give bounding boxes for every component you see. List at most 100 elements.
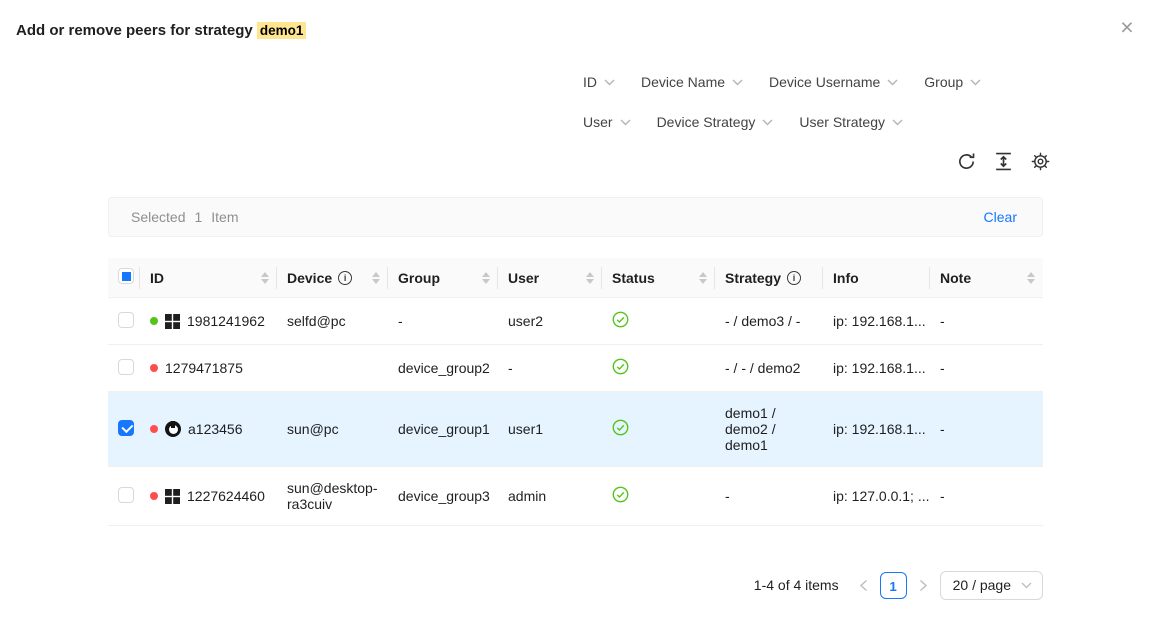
status-check-icon bbox=[612, 358, 629, 375]
filter-label: Device Name bbox=[641, 74, 725, 90]
table-row[interactable]: 1981241962 selfd@pc - user2 - / demo3 / … bbox=[108, 298, 1043, 345]
pagination: 1-4 of 4 items 1 20 / page bbox=[108, 570, 1043, 600]
cell-strategy: - / - / demo2 bbox=[715, 345, 823, 392]
cell-select bbox=[108, 392, 140, 467]
cell-device: selfd@pc bbox=[277, 298, 388, 345]
sort-carets-icon[interactable] bbox=[257, 272, 269, 284]
cell-status bbox=[602, 392, 715, 467]
chevron-down-icon bbox=[604, 79, 615, 86]
column-label: Strategy bbox=[725, 270, 781, 286]
cell-select bbox=[108, 345, 140, 392]
filter-label: Device Username bbox=[769, 74, 880, 90]
header-group[interactable]: Group bbox=[388, 258, 498, 298]
header-status[interactable]: Status bbox=[602, 258, 715, 298]
cell-user: admin bbox=[498, 467, 602, 526]
filter-label: User Strategy bbox=[799, 114, 885, 130]
selection-bar: Selected 1 Item Clear bbox=[108, 197, 1043, 237]
filter-device-name[interactable]: Device Name bbox=[641, 74, 743, 90]
sort-carets-icon[interactable] bbox=[368, 272, 380, 284]
table-row[interactable]: 1279471875 device_group2 - - / - / demo2… bbox=[108, 345, 1043, 392]
header-strategy: Strategy bbox=[715, 258, 823, 298]
filter-label: ID bbox=[583, 74, 597, 90]
title-text: Add or remove peers for strategy bbox=[16, 22, 253, 39]
cell-id: 1227624460 bbox=[140, 467, 277, 526]
status-check-icon bbox=[612, 419, 629, 436]
refresh-icon[interactable] bbox=[954, 150, 978, 174]
cell-group: - bbox=[388, 298, 498, 345]
peer-id: 1227624460 bbox=[187, 488, 265, 504]
page-number-button[interactable]: 1 bbox=[880, 572, 907, 599]
table-toolbar bbox=[954, 150, 1052, 174]
table-row-selected[interactable]: a123456 sun@pc device_group1 user1 demo1… bbox=[108, 392, 1043, 467]
status-check-icon bbox=[612, 486, 629, 503]
cell-id: 1279471875 bbox=[140, 345, 277, 392]
row-checkbox[interactable] bbox=[118, 312, 134, 328]
offline-dot-icon bbox=[150, 425, 158, 433]
windows-os-icon bbox=[165, 489, 180, 504]
filter-user-strategy[interactable]: User Strategy bbox=[799, 114, 903, 130]
header-select-all bbox=[108, 258, 140, 298]
header-id[interactable]: ID bbox=[140, 258, 277, 298]
windows-os-icon bbox=[165, 314, 180, 329]
filter-group[interactable]: Group bbox=[924, 74, 981, 90]
sort-carets-icon[interactable] bbox=[1023, 272, 1035, 284]
column-height-icon[interactable] bbox=[991, 150, 1015, 174]
strategy-name-highlight: demo1 bbox=[257, 22, 307, 39]
cell-strategy: - bbox=[715, 467, 823, 526]
cell-id: a123456 bbox=[140, 392, 277, 467]
cell-select bbox=[108, 467, 140, 526]
sort-carets-icon[interactable] bbox=[478, 272, 490, 284]
row-checkbox[interactable] bbox=[118, 487, 134, 503]
cell-note: - bbox=[930, 345, 1043, 392]
sort-carets-icon[interactable] bbox=[582, 272, 594, 284]
settings-gear-icon[interactable] bbox=[1028, 150, 1052, 174]
cell-status bbox=[602, 298, 715, 345]
row-checkbox[interactable] bbox=[118, 420, 134, 436]
filter-device-strategy[interactable]: Device Strategy bbox=[657, 114, 774, 130]
info-circle-icon[interactable] bbox=[338, 271, 352, 285]
chevron-down-icon bbox=[1021, 582, 1032, 589]
cell-info: ip: 192.168.1... bbox=[823, 345, 930, 392]
filter-device-username[interactable]: Device Username bbox=[769, 74, 898, 90]
cell-id: 1981241962 bbox=[140, 298, 277, 345]
cell-device bbox=[277, 345, 388, 392]
chevron-down-icon bbox=[892, 119, 903, 126]
chevron-down-icon bbox=[620, 119, 631, 126]
chevron-down-icon bbox=[762, 119, 773, 126]
page-size-value: 20 / page bbox=[953, 577, 1011, 593]
offline-dot-icon bbox=[150, 492, 158, 500]
item-label: Item bbox=[211, 209, 238, 225]
cell-select bbox=[108, 298, 140, 345]
info-circle-icon[interactable] bbox=[787, 271, 801, 285]
next-page-icon[interactable] bbox=[917, 579, 930, 592]
page-size-select[interactable]: 20 / page bbox=[940, 571, 1043, 600]
column-label: Device bbox=[287, 270, 332, 286]
sort-carets-icon[interactable] bbox=[695, 272, 707, 284]
clear-selection-link[interactable]: Clear bbox=[984, 209, 1017, 225]
cell-info: ip: 192.168.1... bbox=[823, 392, 930, 467]
header-note[interactable]: Note bbox=[930, 258, 1043, 298]
row-checkbox[interactable] bbox=[118, 359, 134, 375]
header-device[interactable]: Device bbox=[277, 258, 388, 298]
close-icon[interactable]: × bbox=[1112, 12, 1142, 42]
column-label: Status bbox=[612, 270, 655, 286]
cell-group: device_group2 bbox=[388, 345, 498, 392]
column-label: User bbox=[508, 270, 539, 286]
filter-label: Device Strategy bbox=[657, 114, 756, 130]
chevron-down-icon bbox=[732, 79, 743, 86]
header-user[interactable]: User bbox=[498, 258, 602, 298]
filter-user[interactable]: User bbox=[583, 114, 631, 130]
peer-id: 1279471875 bbox=[165, 360, 243, 376]
cell-info: ip: 192.168.1... bbox=[823, 298, 930, 345]
os-circle-icon bbox=[165, 421, 181, 437]
cell-status bbox=[602, 467, 715, 526]
chevron-down-icon bbox=[970, 79, 981, 86]
prev-page-icon[interactable] bbox=[857, 579, 870, 592]
filter-id[interactable]: ID bbox=[583, 74, 615, 90]
cell-info: ip: 127.0.0.1; ... bbox=[823, 467, 930, 526]
filter-bar: ID Device Name Device Username Group Use… bbox=[583, 62, 1003, 142]
chevron-down-icon bbox=[887, 79, 898, 86]
cell-status bbox=[602, 345, 715, 392]
table-row[interactable]: 1227624460 sun@desktop-ra3cuiv device_gr… bbox=[108, 467, 1043, 526]
select-all-checkbox[interactable] bbox=[118, 268, 134, 284]
